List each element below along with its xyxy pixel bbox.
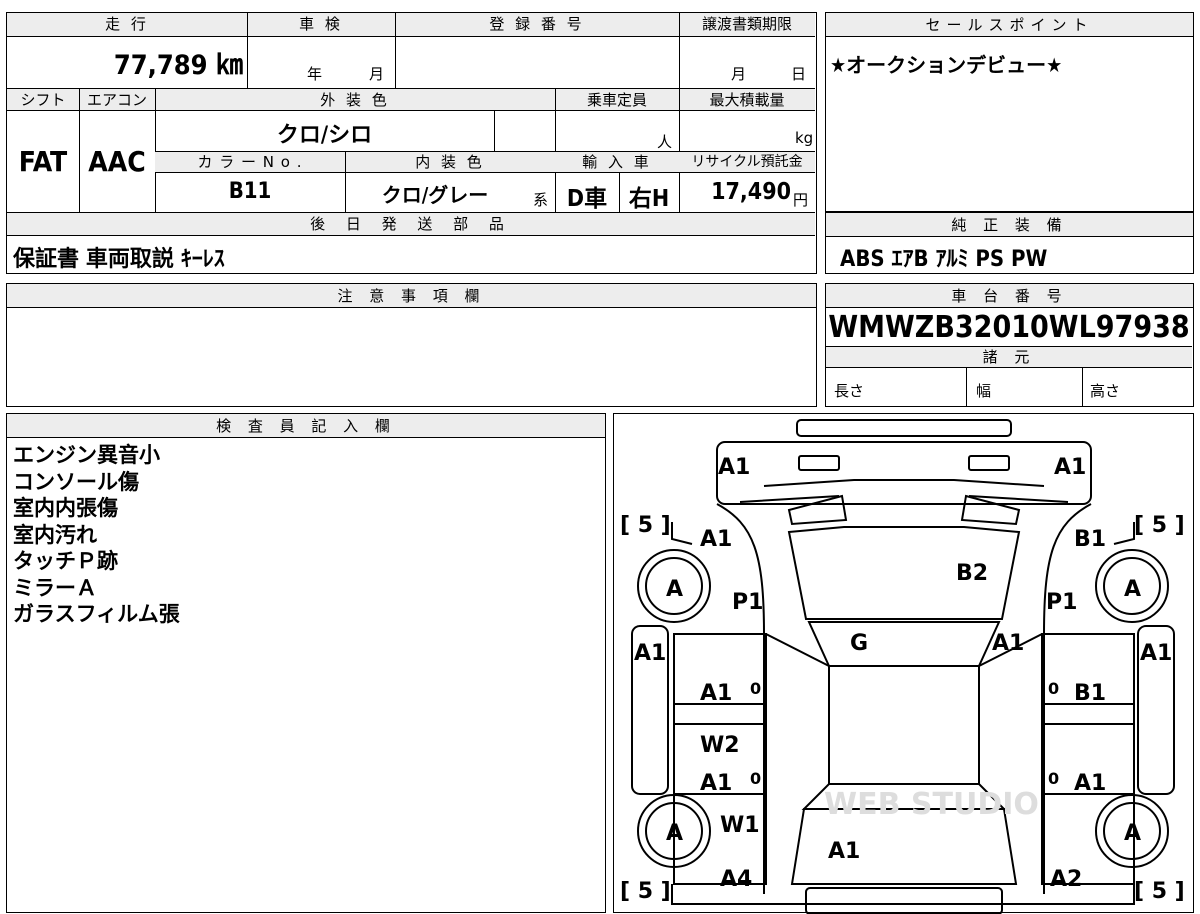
spec-height: 高さ bbox=[1090, 382, 1121, 400]
mark-door-fr: B1 bbox=[1074, 681, 1106, 706]
mark-rear-right: A2 bbox=[1050, 867, 1082, 892]
deadline-header: 譲渡書類期限 bbox=[701, 15, 792, 33]
notes-box: 注 意 事 項 欄 bbox=[6, 283, 817, 407]
mark-a-pillar-right: A1 bbox=[992, 631, 1024, 656]
sales-point-header: セールスポイント bbox=[826, 13, 1193, 37]
mark-quarter-left: W1 bbox=[720, 813, 760, 838]
inspector-line: エンジン異音小 bbox=[13, 443, 160, 467]
aircon-header: エアコン bbox=[86, 91, 147, 109]
color-no-value: B11 bbox=[228, 179, 272, 204]
aircon-value: AAC bbox=[88, 145, 146, 178]
tire-right-bottom: [ 5 ] bbox=[1134, 879, 1185, 904]
recycle-value: 17,490 bbox=[711, 179, 791, 205]
mark-wheel-rl: A bbox=[666, 821, 683, 846]
shift-header: シフト bbox=[20, 91, 66, 109]
inspector-line: 室内内張傷 bbox=[13, 496, 118, 520]
mark-wheel-fl: A bbox=[666, 577, 683, 602]
mark-fender-left: A1 bbox=[700, 527, 732, 552]
chassis-header: 車 台 番 号 bbox=[826, 284, 1193, 308]
capacity-unit: 人 bbox=[657, 133, 673, 151]
notes-header: 注 意 事 項 欄 bbox=[7, 284, 816, 308]
car-outline: WEB STUDIO [ 5 ] [ 5 ] [ 5 ] [ 5 ] A1 A1… bbox=[620, 419, 1185, 914]
spec-length: 長さ bbox=[834, 382, 865, 400]
inspector-header: 検 査 員 記 入 欄 bbox=[7, 414, 605, 438]
capacity-header: 乗車定員 bbox=[586, 91, 647, 109]
inspector-line: ミラーＡ bbox=[13, 575, 97, 600]
interior-color-header: 内 装 色 bbox=[415, 153, 485, 171]
interior-suffix: 系 bbox=[533, 191, 549, 209]
mark-door-fl: A1 bbox=[700, 681, 732, 706]
inspector-line: コンソール傷 bbox=[13, 469, 139, 494]
mark-wheel-fr: A bbox=[1124, 577, 1141, 602]
inspection-year-unit: 年 bbox=[307, 65, 323, 83]
mark-door-rr: A1 bbox=[1074, 771, 1106, 796]
mark-pillar-right: P1 bbox=[1046, 590, 1077, 615]
import-header: 輸 入 車 bbox=[582, 153, 652, 171]
sales-point-box: セールスポイント ★オークションデビュー★ bbox=[825, 12, 1194, 212]
inspector-notes: エンジン異音小 コンソール傷 室内内張傷 室内汚れ タッチＰ跡 ミラーＡ ガラス… bbox=[13, 442, 180, 628]
mileage-header: 走 行 bbox=[105, 15, 149, 33]
mark-fender-right: B1 bbox=[1074, 527, 1106, 552]
inspector-box: 検 査 員 記 入 欄 エンジン異音小 コンソール傷 室内内張傷 室内汚れ タッ… bbox=[6, 413, 606, 913]
registration-header: 登 録 番 号 bbox=[489, 15, 585, 33]
mark-side-right: A1 bbox=[1140, 641, 1172, 666]
color-no-header: カ ラ ー N o . bbox=[197, 153, 303, 171]
later-parts-value: 保証書 車両取説 ｷｰﾚｽ bbox=[13, 247, 225, 272]
specs-header: 諸 元 bbox=[982, 348, 1036, 366]
equipment-box: 純 正 装 備 ABS ｴｱB ｱﾙﾐ PS PW bbox=[825, 212, 1194, 274]
exterior-color-value: クロ/シロ bbox=[276, 123, 373, 148]
inspector-line: 室内汚れ bbox=[13, 522, 97, 547]
mark-door-fl-num: 0 bbox=[750, 679, 761, 698]
later-parts-header: 後 日 発 送 部 品 bbox=[310, 215, 512, 233]
mark-sill-left: W2 bbox=[700, 733, 740, 758]
inspector-line: タッチＰ跡 bbox=[13, 549, 118, 573]
max-load-header: 最大積載量 bbox=[709, 91, 785, 109]
mark-door-rl: A1 bbox=[700, 771, 732, 796]
mark-side-left: A1 bbox=[634, 641, 666, 666]
mark-front-left: A1 bbox=[718, 455, 750, 480]
spec-width: 幅 bbox=[976, 382, 992, 400]
inspection-header: 車 検 bbox=[299, 15, 343, 33]
tire-right-top: [ 5 ] bbox=[1134, 513, 1185, 538]
mark-windshield: G bbox=[850, 631, 868, 656]
tire-left-top: [ 5 ] bbox=[620, 513, 671, 538]
mileage-value: 77,789 ㎞ bbox=[113, 50, 243, 81]
mark-door-fr-num: 0 bbox=[1048, 679, 1059, 698]
equipment-header: 純 正 装 備 bbox=[826, 213, 1193, 237]
load-unit: kg bbox=[795, 129, 814, 147]
equipment-value: ABS ｴｱB ｱﾙﾐ PS PW bbox=[840, 247, 1048, 272]
mark-door-rl-num: 0 bbox=[750, 769, 761, 788]
recycle-unit: 円 bbox=[793, 191, 809, 209]
inspector-line: ガラスフィルム張 bbox=[13, 602, 180, 626]
mark-wheel-rr: A bbox=[1124, 821, 1141, 846]
mark-trunk: A1 bbox=[828, 839, 860, 864]
import-value: D車 bbox=[566, 186, 608, 212]
sales-point-text: ★オークションデビュー★ bbox=[830, 53, 1063, 77]
chassis-box: 車 台 番 号 WMWZB32010WL97938 諸 元 長さ 幅 高さ bbox=[825, 283, 1194, 407]
mark-hood: B2 bbox=[956, 561, 988, 586]
deadline-month-unit: 月 bbox=[731, 65, 747, 83]
recycle-header: リサイクル預託金 bbox=[691, 154, 803, 170]
handle-value: 右H bbox=[628, 186, 670, 212]
deadline-day-unit: 日 bbox=[791, 65, 807, 83]
interior-color-value: クロ/グレー bbox=[381, 183, 489, 207]
vehicle-info-table: 走 行 車 検 登 録 番 号 譲渡書類期限 77,789 ㎞ 年 月 月 日 … bbox=[6, 12, 817, 274]
exterior-color-header: 外 装 色 bbox=[320, 91, 390, 109]
shift-value: FAT bbox=[18, 145, 68, 178]
car-damage-diagram: WEB STUDIO [ 5 ] [ 5 ] [ 5 ] [ 5 ] A1 A1… bbox=[613, 413, 1194, 914]
inspection-month-unit: 月 bbox=[369, 65, 385, 83]
mark-door-rr-num: 0 bbox=[1048, 769, 1059, 788]
tire-left-bottom: [ 5 ] bbox=[620, 879, 671, 904]
mark-front-right: A1 bbox=[1054, 455, 1086, 480]
mark-rear-left: A4 bbox=[720, 867, 752, 892]
mark-pillar-left: P1 bbox=[732, 590, 763, 615]
watermark-text: WEB STUDIO bbox=[824, 787, 1039, 822]
chassis-number: WMWZB32010WL97938 bbox=[828, 310, 1190, 345]
